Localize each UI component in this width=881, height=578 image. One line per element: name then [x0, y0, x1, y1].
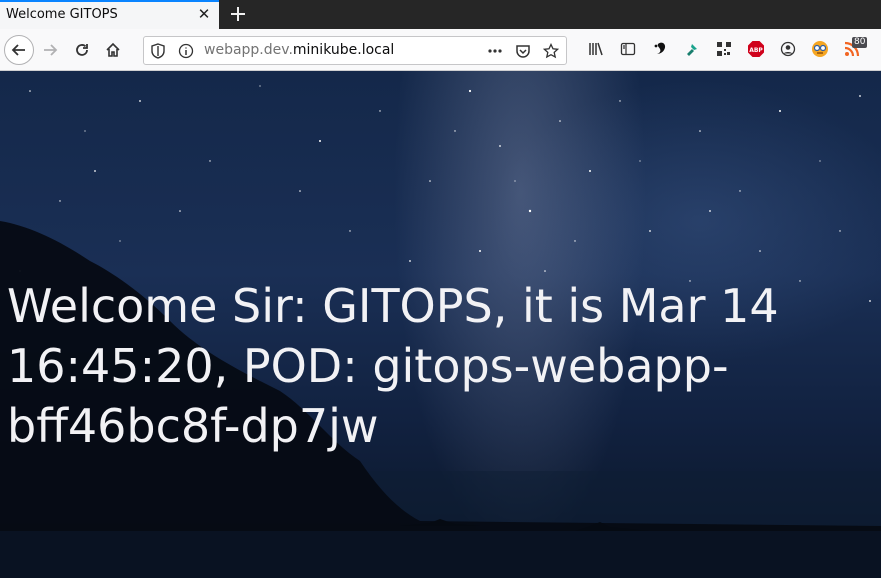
url-text[interactable]: webapp.dev.minikube.local — [204, 42, 394, 58]
shield-icon[interactable] — [150, 43, 166, 59]
nav-bar: webapp.dev.minikube.local ABP 80 — [0, 29, 881, 71]
url-host-prefix: webapp.dev. — [204, 42, 293, 58]
url-host-domain: minikube.local — [292, 42, 395, 58]
close-icon[interactable]: ✕ — [195, 5, 213, 23]
rss-count-badge: 80 — [852, 37, 868, 48]
forward-button[interactable] — [36, 36, 64, 64]
more-icon[interactable] — [487, 43, 503, 59]
glasses-face-icon[interactable] — [811, 40, 829, 58]
home-icon — [106, 42, 120, 57]
welcome-message: Welcome Sir: GITOPS, it is Mar 14 16:45:… — [7, 279, 779, 453]
new-tab-button[interactable] — [227, 1, 249, 27]
gnome-extension-icon[interactable] — [651, 40, 669, 58]
library-icon[interactable] — [587, 40, 605, 58]
arrow-left-icon — [11, 44, 25, 56]
svg-text:ABP: ABP — [749, 47, 763, 54]
tab-title: Welcome GITOPS — [6, 7, 118, 22]
arrow-right-icon — [44, 44, 58, 56]
info-icon[interactable] — [178, 43, 194, 59]
account-icon[interactable] — [779, 40, 797, 58]
back-button[interactable] — [4, 35, 34, 65]
active-tab[interactable]: Welcome GITOPS ✕ — [0, 0, 219, 29]
sidebar-icon[interactable] — [619, 40, 637, 58]
pocket-icon[interactable] — [515, 43, 531, 59]
tab-bar: Welcome GITOPS ✕ — [0, 0, 881, 29]
home-button[interactable] — [99, 36, 127, 64]
flashlight-icon[interactable] — [683, 40, 701, 58]
star-icon[interactable] — [543, 43, 559, 59]
reload-button[interactable] — [68, 36, 96, 64]
adblock-plus-icon[interactable]: ABP — [747, 40, 765, 58]
qr-code-icon[interactable] — [715, 40, 733, 58]
url-bar[interactable]: webapp.dev.minikube.local — [143, 36, 567, 65]
reload-icon — [76, 44, 88, 56]
page-content: Welcome Sir: GITOPS, it is Mar 14 16:45:… — [0, 71, 881, 578]
plus-icon — [231, 7, 245, 21]
